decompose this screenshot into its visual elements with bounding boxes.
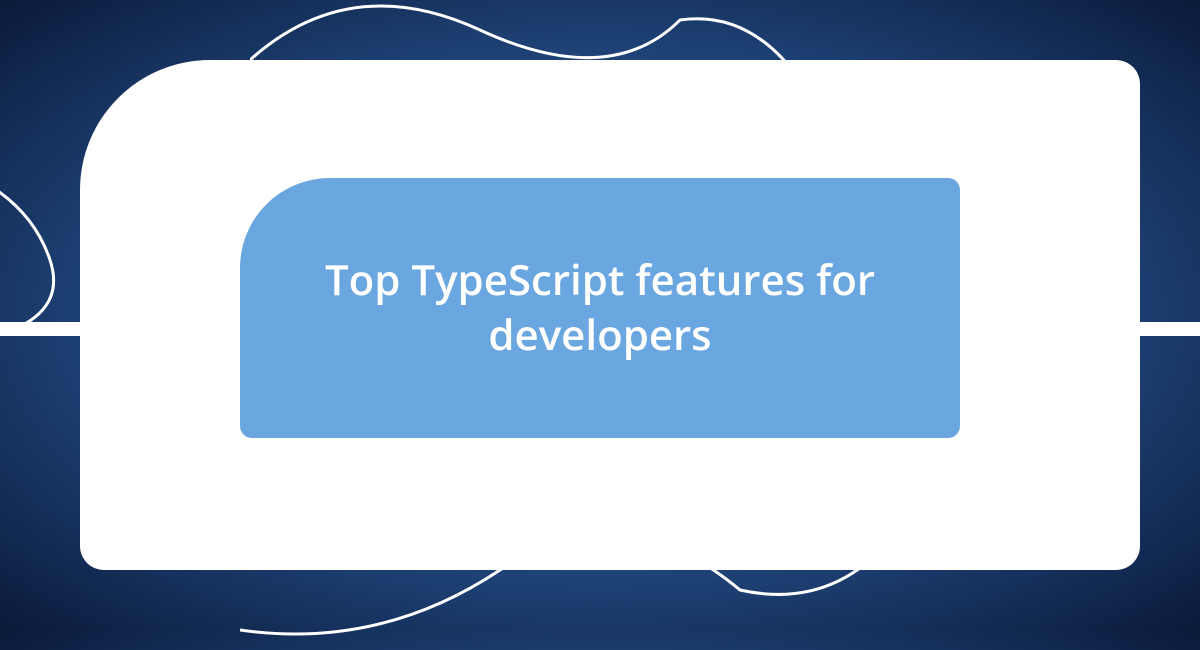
page-title: Top TypeScript features for developers (240, 253, 960, 362)
inner-card-shape: Top TypeScript features for developers (240, 178, 960, 438)
